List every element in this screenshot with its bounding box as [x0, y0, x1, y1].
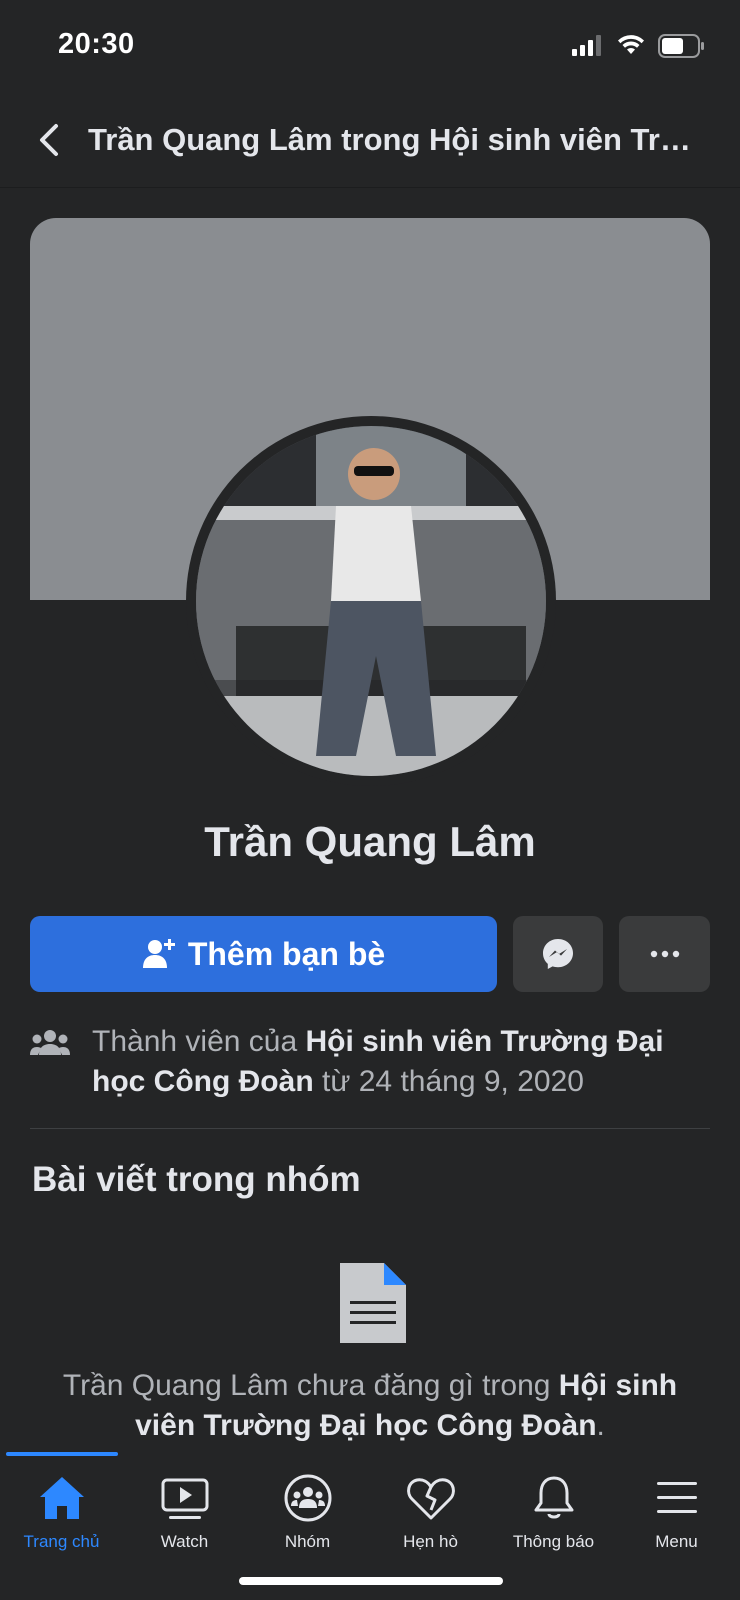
membership-prefix: Thành viên của: [92, 1025, 306, 1058]
groups-icon: [284, 1474, 331, 1522]
membership-text: Thành viên của Hội sinh viên Trường Đại …: [92, 1022, 712, 1102]
tab-label: Thông báo: [512, 1532, 595, 1551]
messenger-icon: [543, 939, 573, 969]
home-indicator[interactable]: [239, 1577, 503, 1585]
active-tab-indicator: [6, 1452, 118, 1456]
membership-date: từ 24 tháng 9, 2020: [313, 1065, 584, 1098]
more-options-button[interactable]: [619, 916, 710, 992]
messenger-button[interactable]: [513, 916, 603, 992]
profile-name: Trần Quang Lâm: [204, 818, 536, 865]
status-bar: 20:30: [0, 0, 740, 90]
divider: [30, 1128, 710, 1129]
home-icon: [39, 1477, 84, 1519]
cellular-signal-icon: [572, 35, 601, 56]
navigation-header: Trần Quang Lâm trong Hội sinh viên Trườn…: [0, 100, 740, 188]
tab-label: Trang chủ: [23, 1532, 100, 1551]
members-icon: [30, 1030, 70, 1055]
tab-groups[interactable]: Nhóm: [246, 1462, 369, 1572]
tab-menu[interactable]: Menu: [615, 1462, 738, 1572]
profile-avatar[interactable]: [196, 426, 546, 776]
wifi-icon: [618, 35, 644, 54]
empty-posts-message: Trần Quang Lâm chưa đăng gì trong Hội si…: [40, 1366, 700, 1446]
tab-dating[interactable]: Hẹn hò: [369, 1462, 492, 1572]
tab-notifications[interactable]: Thông báo: [492, 1462, 615, 1572]
tab-watch[interactable]: Watch: [123, 1462, 246, 1572]
page-title: Trần Quang Lâm trong Hội sinh viên Trườn…: [88, 122, 713, 157]
tab-label: Hẹn hò: [403, 1532, 458, 1551]
section-title: Bài viết trong nhóm: [32, 1160, 361, 1199]
bell-icon: [534, 1476, 573, 1519]
watch-icon: [161, 1478, 208, 1519]
add-friend-button[interactable]: Thêm bạn bè: [30, 916, 497, 992]
more-dots-icon: [650, 950, 679, 958]
dating-heart-icon: [406, 1478, 455, 1520]
document-icon: [340, 1263, 406, 1343]
empty-prefix: Trần Quang Lâm chưa đăng gì trong: [62, 1369, 559, 1402]
battery-icon: [658, 34, 704, 58]
back-arrow-icon[interactable]: [30, 120, 70, 160]
menu-icon: [656, 1482, 697, 1513]
tab-home[interactable]: Trang chủ: [0, 1462, 123, 1572]
add-friend-icon: [142, 939, 175, 968]
empty-suffix: .: [596, 1409, 605, 1442]
status-time: 20:30: [58, 28, 135, 60]
tab-label: Watch: [160, 1532, 209, 1551]
add-friend-label: Thêm bạn bè: [187, 935, 386, 972]
tab-label: Menu: [655, 1532, 698, 1551]
tab-label: Nhóm: [284, 1532, 331, 1551]
